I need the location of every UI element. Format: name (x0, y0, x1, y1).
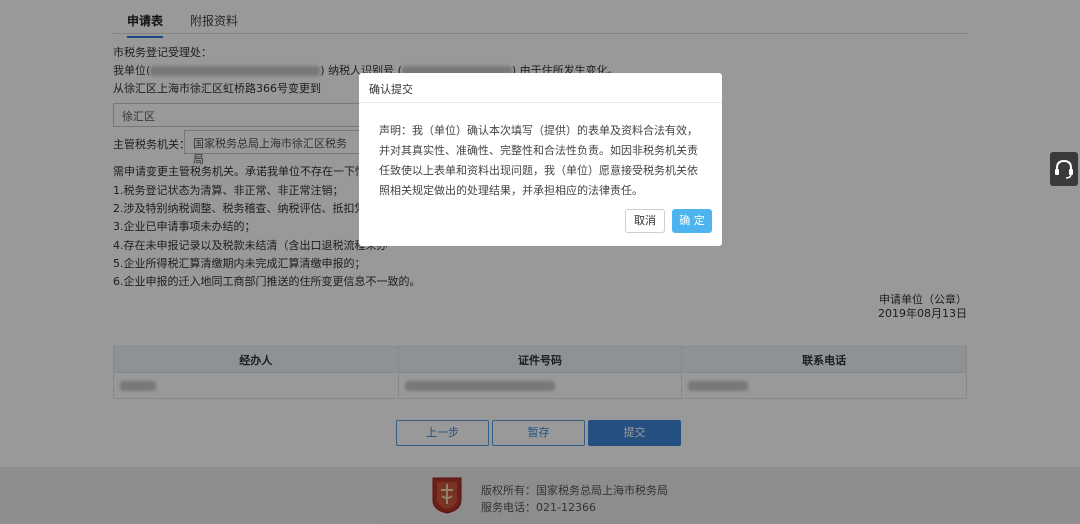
dialog-statement: 声明：我（单位）确认本次填写（提供）的表单及资料合法有效，并对其真实性、准确性、… (379, 124, 698, 197)
cancel-button[interactable]: 取消 (625, 209, 665, 233)
support-button[interactable] (1050, 152, 1078, 186)
headset-icon (1055, 159, 1073, 179)
dialog-title: 确认提交 (359, 73, 722, 103)
confirm-dialog: 确认提交 声明：我（单位）确认本次填写（提供）的表单及资料合法有效，并对其真实性… (359, 73, 722, 246)
confirm-button[interactable]: 确 定 (672, 209, 712, 233)
